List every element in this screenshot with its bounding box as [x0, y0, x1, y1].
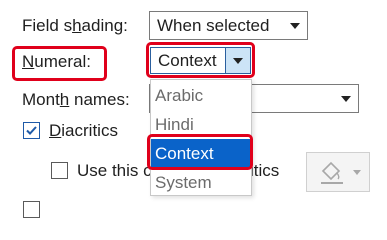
chevron-down-icon[interactable]: [225, 48, 250, 73]
field-shading-value: When selected: [157, 15, 270, 35]
checkmark-icon: [26, 126, 37, 135]
field-shading-accesskey: h: [72, 16, 82, 35]
month-names-label-part: Mont: [22, 90, 60, 109]
chevron-down-icon[interactable]: [334, 85, 358, 112]
numeral-accesskey: N: [22, 52, 35, 71]
use-this-color-checkbox[interactable]: [51, 162, 68, 179]
numeral-label-part: umeral:: [34, 52, 91, 71]
field-shading-label-part: Field s: [22, 16, 73, 35]
field-shading-label-part: ading:: [81, 16, 128, 35]
numeral-option-arabic[interactable]: Arabic: [151, 81, 251, 110]
month-names-accesskey: h: [59, 90, 70, 109]
month-names-label: Month names:: [22, 90, 130, 110]
numeral-combobox[interactable]: Context: [150, 47, 251, 74]
use-this-color-label-left: Use this c: [77, 161, 152, 180]
context-option-highlight: [147, 134, 253, 170]
diacritics-accesskey: D: [49, 121, 62, 140]
paint-bucket-icon: [321, 161, 343, 184]
numeral-option-system[interactable]: System: [151, 168, 251, 197]
field-shading-combobox[interactable]: When selected: [149, 11, 308, 40]
use-this-color-label-right: itics: [250, 161, 280, 180]
numeral-label: Numeral:: [22, 52, 91, 72]
month-names-label-part: names:: [69, 90, 130, 109]
diacritics-checkbox[interactable]: [23, 122, 40, 139]
diacritics-label: Diacritics: [49, 121, 118, 141]
field-shading-label: Field shading:: [22, 16, 128, 36]
chevron-down-icon: [353, 170, 361, 175]
diacritics-label-part: iacritics: [61, 121, 118, 140]
numeral-value: Context: [158, 50, 217, 70]
diacritic-color-button[interactable]: [306, 152, 370, 192]
next-row-checkbox[interactable]: [23, 201, 40, 218]
chevron-down-icon[interactable]: [283, 12, 307, 39]
